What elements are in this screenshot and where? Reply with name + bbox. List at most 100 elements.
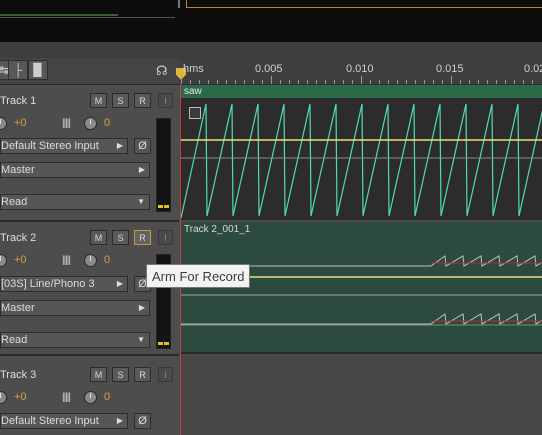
input-select-label: Default Stereo Input: [1, 415, 99, 427]
input-monitor-button[interactable]: I: [158, 367, 173, 382]
ruler-tick: [208, 80, 209, 84]
chevron-down-icon: ▼: [137, 197, 145, 206]
automation-mode-label: Read: [1, 334, 28, 346]
pan-knob[interactable]: [84, 117, 97, 130]
output-select[interactable]: Master ▶: [0, 300, 150, 316]
branch-icon[interactable]: ├: [8, 60, 28, 80]
automation-mode-select[interactable]: Read ▼: [0, 332, 150, 348]
volume-knob[interactable]: [0, 391, 7, 404]
solo-button[interactable]: S: [112, 93, 129, 108]
phase-invert-icon[interactable]: Ø: [134, 413, 151, 429]
ruler-tick: [433, 80, 434, 84]
track-level-meter: [156, 118, 171, 212]
track-3-lane[interactable]: [181, 356, 542, 435]
headphones-icon[interactable]: ☊: [156, 63, 168, 79]
play-arrow-icon: ▶: [116, 141, 123, 150]
meter-left-peak: [158, 342, 163, 345]
input-select[interactable]: [03S] Line/Phono 3 ▶: [0, 276, 128, 292]
volume-value[interactable]: +0: [14, 391, 27, 403]
automation-mode-select[interactable]: Read ▼: [0, 194, 150, 210]
volume-value[interactable]: +0: [14, 117, 27, 129]
output-select[interactable]: Master ▶: [0, 162, 150, 178]
record-arm-button[interactable]: R: [134, 367, 151, 382]
input-select[interactable]: Default Stereo Input ▶: [0, 138, 128, 154]
ruler-tick: [406, 80, 407, 84]
ruler-tick: [280, 80, 281, 84]
record-arm-button[interactable]: R: [134, 230, 151, 245]
ruler-tick: [460, 80, 461, 84]
pan-value[interactable]: 0: [104, 391, 110, 403]
ruler-tick: [469, 80, 470, 84]
ruler-tick: [253, 80, 254, 84]
ruler-tick: [316, 80, 317, 84]
chevron-down-icon: ▼: [137, 335, 145, 344]
ruler-tick: [199, 80, 200, 84]
stereo-balance-icon: |||||: [62, 118, 71, 129]
ruler-label: 0.005: [255, 63, 283, 75]
ruler-tick: [478, 80, 479, 84]
level-bars-icon[interactable]: ▉: [28, 60, 48, 80]
track-name[interactable]: Track 3: [0, 369, 36, 381]
ruler-tick: [226, 80, 227, 84]
clip-saw-title[interactable]: saw: [181, 85, 542, 98]
volume-value[interactable]: +0: [14, 254, 27, 266]
ruler-tick: [244, 80, 245, 84]
clip-saw[interactable]: [181, 98, 542, 220]
ruler-tick: [289, 80, 290, 84]
ruler-tick: [334, 80, 335, 84]
track-name[interactable]: Track 2: [0, 232, 36, 244]
stereo-balance-icon: |||||: [62, 255, 71, 266]
saw-wave-path: [181, 103, 542, 219]
panel-gap: [0, 42, 542, 58]
pan-knob[interactable]: [84, 254, 97, 267]
time-ruler[interactable]: hms 0.005 0.010 0.015 0.02: [176, 58, 542, 85]
ruler-tick: [298, 80, 299, 84]
ruler-tick: [487, 80, 488, 84]
pan-value[interactable]: 0: [104, 254, 110, 266]
ruler-tick: [325, 80, 326, 84]
ruler-tick: [190, 80, 191, 84]
input-monitor-button[interactable]: I: [158, 93, 173, 108]
ruler-tick: [370, 80, 371, 84]
ruler-tick: [235, 80, 236, 84]
play-arrow-icon: ▶: [116, 416, 123, 425]
mute-button[interactable]: M: [90, 93, 107, 108]
input-monitor-button[interactable]: I: [158, 230, 173, 245]
top-scroll-indicator: [0, 14, 118, 16]
track-3-header: Track 3 M S R I +0 ||||| 0 Default Stere…: [0, 356, 179, 435]
input-select[interactable]: Default Stereo Input ▶: [0, 413, 128, 429]
meter-left-peak: [158, 205, 163, 208]
top-separator: [178, 0, 180, 8]
volume-knob[interactable]: [0, 254, 7, 267]
phase-invert-icon[interactable]: Ø: [134, 138, 151, 154]
volume-knob[interactable]: [0, 117, 7, 130]
overview-selection-frame[interactable]: [186, 0, 542, 8]
playhead[interactable]: [180, 84, 181, 435]
input-select-label: [03S] Line/Phono 3: [1, 278, 95, 290]
pan-value[interactable]: 0: [104, 117, 110, 129]
meter-right-peak: [164, 342, 169, 345]
play-arrow-icon: ▶: [138, 165, 145, 174]
pan-knob[interactable]: [84, 391, 97, 404]
top-divider: [0, 17, 175, 18]
ruler-tick: [415, 80, 416, 84]
output-select-label: Master: [1, 164, 35, 176]
meter-right-peak: [164, 205, 169, 208]
record-arm-button[interactable]: R: [134, 93, 151, 108]
tooltip: Arm For Record: [146, 264, 251, 288]
solo-button[interactable]: S: [112, 367, 129, 382]
automation-mode-label: Read: [1, 196, 28, 208]
stereo-balance-icon: |||||: [62, 392, 71, 403]
top-panel: [0, 0, 542, 42]
ruler-tick: [451, 76, 452, 84]
ruler-tick: [271, 76, 272, 84]
mute-button[interactable]: M: [90, 230, 107, 245]
solo-button[interactable]: S: [112, 230, 129, 245]
ruler-tick: [388, 80, 389, 84]
track-name[interactable]: Track 1: [0, 95, 36, 107]
recorded-wave-path: [181, 313, 542, 325]
mute-button[interactable]: M: [90, 367, 107, 382]
saw-waveform: [181, 103, 542, 219]
ruler-tick: [217, 80, 218, 84]
ruler-tick: [361, 76, 362, 84]
